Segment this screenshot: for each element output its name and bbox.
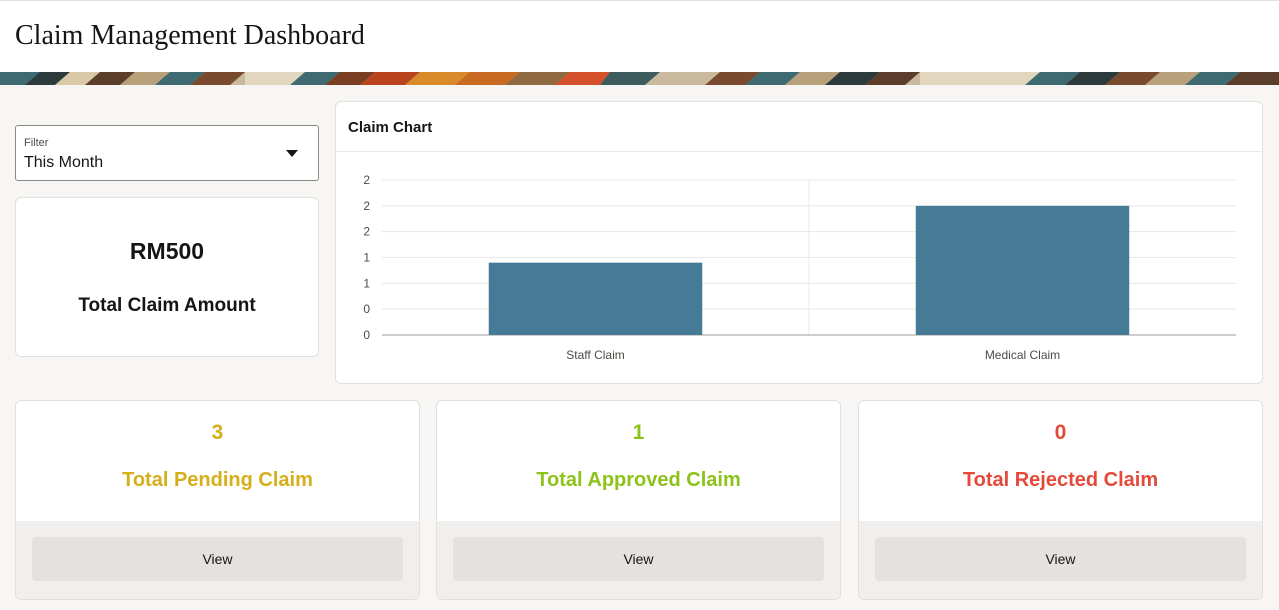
page-title: Claim Management Dashboard (15, 20, 365, 51)
banner-pattern (0, 72, 1279, 85)
y-tick-label: 2 (363, 173, 370, 187)
view-approved-button[interactable]: View (453, 537, 824, 581)
y-tick-label: 2 (363, 225, 370, 239)
pending-claim-label: Total Pending Claim (122, 469, 313, 491)
y-tick-label: 0 (363, 328, 370, 342)
x-tick-label: Medical Claim (985, 348, 1060, 362)
filter-select[interactable]: Filter This Month (15, 125, 319, 181)
total-claim-amount-card: RM500 Total Claim Amount (15, 197, 319, 357)
view-rejected-button[interactable]: View (875, 537, 1246, 581)
page-header: Claim Management Dashboard (0, 0, 1279, 72)
view-pending-button[interactable]: View (32, 537, 403, 581)
total-claim-amount-caption: Total Claim Amount (78, 295, 256, 316)
rejected-claim-count: 0 (1054, 421, 1067, 444)
decorative-banner (0, 72, 1279, 85)
rejected-claim-card: 0 Total Rejected Claim View (858, 400, 1263, 600)
claim-bar-chart: 0 0 1 1 2 2 2 Staff Claim Medical Claim (363, 173, 1236, 362)
claim-chart-card: Claim Chart 0 0 1 1 2 2 2 Staff Claim Medical Cl… (335, 101, 1263, 384)
pending-claim-count: 3 (211, 421, 224, 444)
approved-claim-footer: View (437, 521, 840, 599)
caret-down-icon[interactable] (286, 150, 298, 157)
rejected-claim-label: Total Rejected Claim (962, 469, 1159, 491)
pending-claim-footer: View (16, 521, 419, 599)
filter-label: Filter (24, 137, 49, 149)
approved-claim-count: 1 (632, 421, 645, 444)
y-tick-label: 0 (363, 302, 370, 316)
bar-medical-claim (915, 205, 1130, 335)
approved-claim-label: Total Approved Claim (536, 469, 741, 491)
rejected-claim-footer: View (859, 521, 1262, 599)
bar-staff-claim (488, 262, 703, 335)
filter-value: This Month (24, 154, 104, 171)
total-claim-amount-value: RM500 (129, 238, 205, 264)
approved-claim-card: 1 Total Approved Claim View (436, 400, 841, 600)
y-tick-label: 1 (363, 276, 370, 290)
x-tick-label: Staff Claim (566, 348, 624, 362)
y-tick-label: 2 (363, 199, 370, 213)
pending-claim-card: 3 Total Pending Claim View (15, 400, 420, 600)
y-tick-label: 1 (363, 251, 370, 265)
